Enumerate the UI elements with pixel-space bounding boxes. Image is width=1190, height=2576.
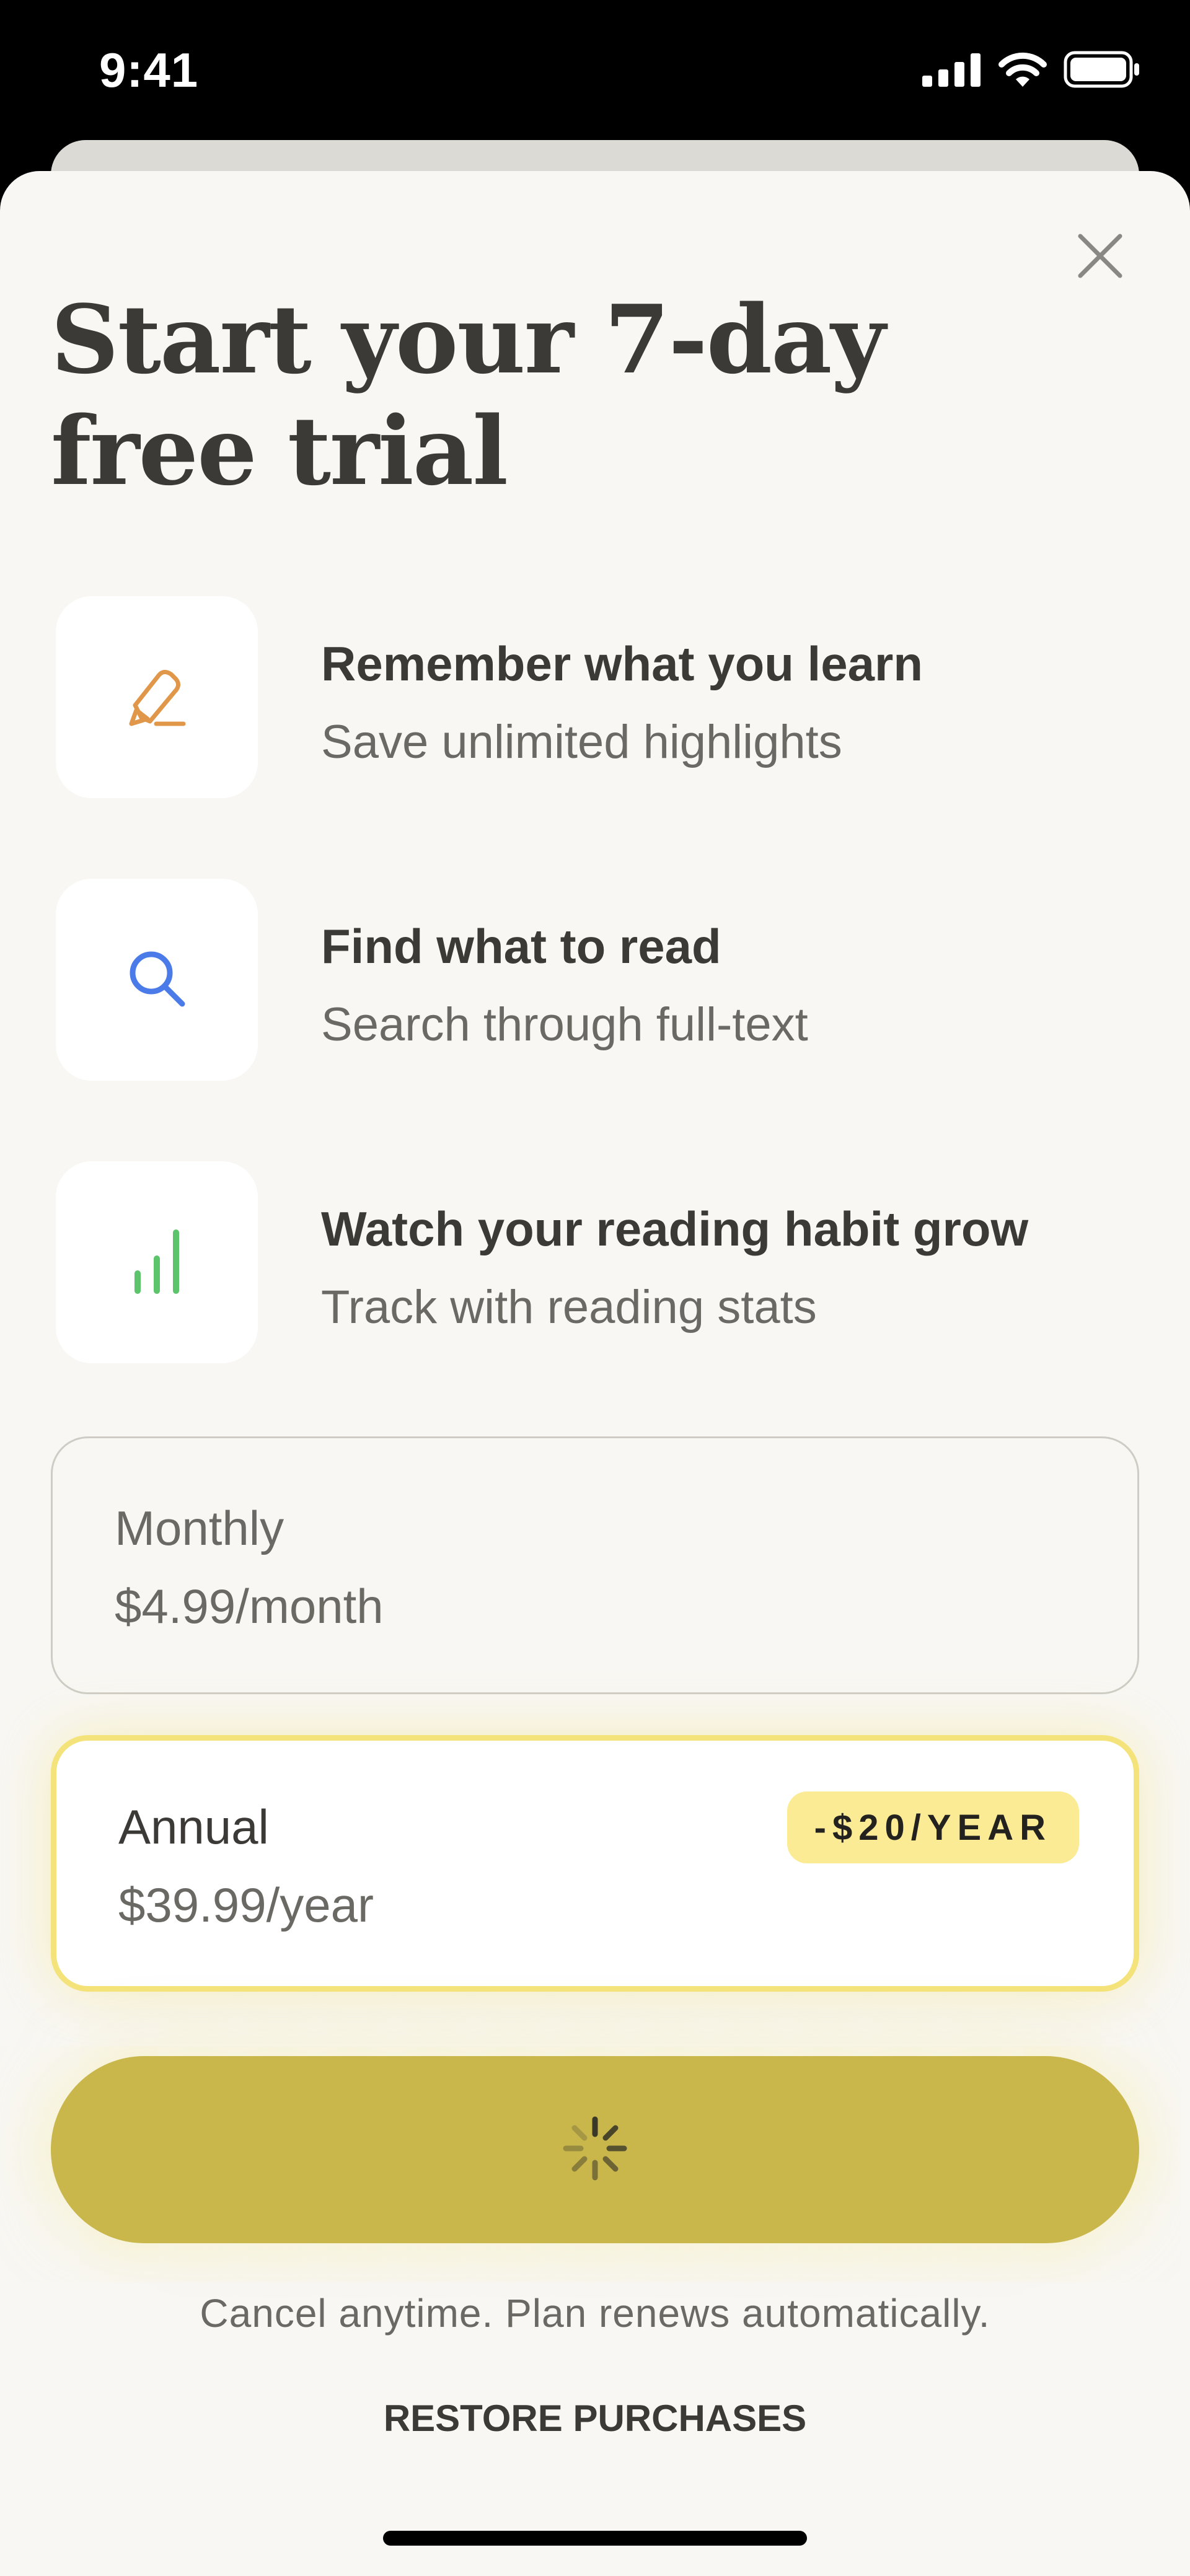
feature-title: Find what to read [321,919,721,974]
title-line-2: free trial [51,395,508,506]
close-button[interactable] [1072,229,1128,285]
status-icons [922,51,1140,91]
feature-icon-tile [56,596,258,798]
cellular-signal-icon [922,52,982,90]
feature-subtitle: Search through full-text [321,998,808,1051]
search-icon [123,944,191,1016]
feature-item-stats: Watch your reading habit grow Track with… [56,1161,1109,1363]
renewal-note: Cancel anytime. Plan renews automaticall… [200,2291,990,2336]
status-time: 9:41 [99,43,199,97]
plan-name: Monthly [115,1501,284,1555]
plan-option-monthly[interactable]: Monthly $4.99/month [51,1436,1139,1694]
feature-title: Watch your reading habit grow [321,1202,1029,1256]
status-bar: 9:41 [0,0,1190,143]
plan-option-annual[interactable]: Annual $39.99/year -$20/YEAR [51,1735,1139,1992]
home-indicator [383,2531,807,2546]
restore-purchases-button[interactable]: RESTORE PURCHASES [0,2397,1190,2440]
plan-price: $39.99/year [118,1878,374,1932]
battery-icon [1064,51,1140,91]
start-trial-button[interactable] [51,2056,1139,2243]
close-icon [1075,231,1125,284]
plan-price: $4.99/month [115,1579,384,1633]
title-line-1: Start your 7-day [51,284,886,395]
feature-icon-tile [56,1161,258,1363]
feature-item-search: Find what to read Search through full-te… [56,879,1109,1081]
savings-badge: -$20/YEAR [787,1791,1079,1863]
wifi-icon [998,51,1047,91]
page-title: Start your 7-day free trial [51,284,981,507]
feature-icon-tile [56,879,258,1081]
feature-item-highlights: Remember what you learn Save unlimited h… [56,596,1109,798]
feature-subtitle: Track with reading stats [321,1281,817,1334]
loading-spinner-icon [561,2114,629,2186]
feature-subtitle: Save unlimited highlights [321,716,842,768]
bar-chart-icon [123,1224,191,1301]
highlighter-icon [123,662,191,733]
feature-title: Remember what you learn [321,636,923,691]
plan-name: Annual [118,1800,269,1854]
